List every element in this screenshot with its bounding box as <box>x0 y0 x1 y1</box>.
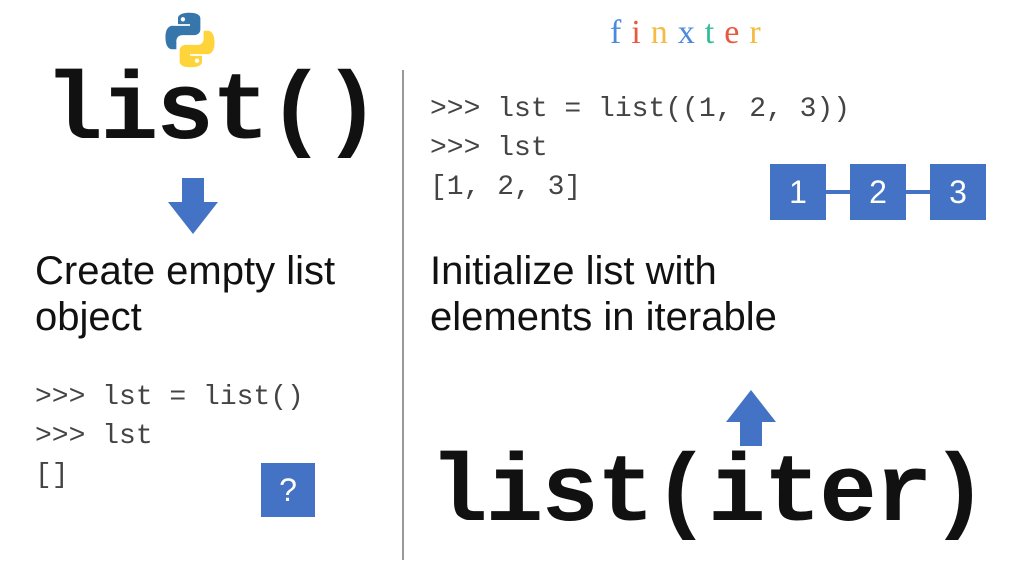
list-node: 3 <box>930 164 986 220</box>
node-connector <box>906 190 930 194</box>
linked-list-diagram: 1 2 3 <box>770 164 986 220</box>
description-iter-list: Initialize list with elements in iterabl… <box>430 248 777 340</box>
question-box: ? <box>261 463 315 517</box>
description-empty-list: Create empty list object <box>35 248 335 340</box>
list-node: 1 <box>770 164 826 220</box>
logo-letter: t <box>705 14 724 51</box>
logo-letter: i <box>631 14 650 51</box>
vertical-divider <box>402 70 404 560</box>
list-node: 2 <box>850 164 906 220</box>
logo-letter: r <box>749 14 770 51</box>
title-list-iter: list(iter) <box>430 440 986 549</box>
title-list-empty: list() <box>45 58 379 167</box>
arrow-down-icon <box>168 178 218 239</box>
finxter-logo: finxter <box>610 14 771 52</box>
node-connector <box>826 190 850 194</box>
logo-letter: n <box>651 14 678 51</box>
logo-letter: f <box>610 14 631 51</box>
logo-letter: x <box>678 14 705 51</box>
logo-letter: e <box>724 14 749 51</box>
